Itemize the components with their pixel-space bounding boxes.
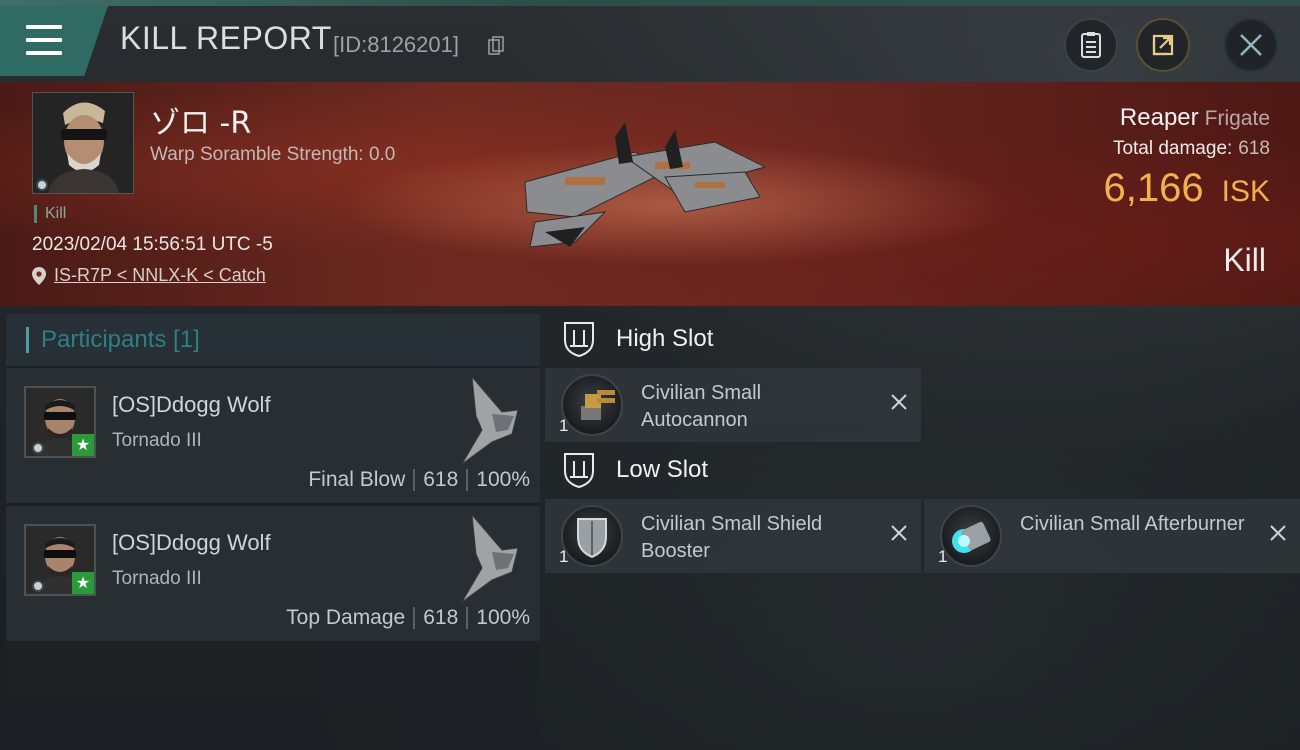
autocannon-icon	[561, 374, 623, 436]
victim-avatar[interactable]	[32, 92, 134, 194]
close-icon[interactable]	[1268, 523, 1288, 543]
shield-booster-icon	[561, 505, 623, 567]
ship-class: Frigate	[1204, 107, 1270, 130]
tornado-ship-icon	[461, 375, 519, 465]
hamburger-icon	[26, 25, 62, 55]
low-slot-header: Low Slot	[560, 451, 708, 489]
corp-icon	[32, 442, 44, 454]
module-quantity: 1	[559, 547, 569, 566]
high-slot-header: High Slot	[560, 320, 713, 358]
kill-datetime: 2023/02/04 15:56:51 UTC -5	[32, 234, 273, 255]
isk-value: 6,166	[1103, 166, 1204, 210]
participant-damage: 618	[423, 606, 459, 629]
high-slot-icon	[564, 322, 594, 358]
high-slot-label: High Slot	[616, 325, 714, 352]
victim-portrait-icon	[33, 93, 133, 193]
header-bar: KILL REPORT [ID:8126201]	[0, 6, 1300, 82]
low-slot-icon	[564, 453, 594, 489]
close-icon[interactable]	[889, 523, 909, 543]
ship-name[interactable]: Reaper	[1120, 104, 1199, 131]
total-damage-label: Total damage:	[1112, 138, 1233, 159]
total-damage-value: 618	[1238, 138, 1270, 159]
share-icon	[1152, 34, 1174, 56]
star-icon: ★	[72, 572, 94, 594]
participant-row[interactable]: ★ [OS]Ddogg Wolf Tornado III Top Damage …	[6, 506, 540, 642]
location-pin-icon	[32, 266, 46, 285]
participant-ship: Tornado III	[112, 568, 202, 589]
close-icon	[1240, 34, 1262, 56]
participants-panel: Participants [1] ★ [OS]Ddogg Wolf Tornad…	[6, 314, 540, 750]
module-name: Civilian Small Shield Booster	[641, 513, 823, 562]
afterburner-icon	[940, 505, 1002, 567]
participant-percent: 100%	[476, 606, 530, 629]
module-item[interactable]: 1 Civilian Small Shield Booster	[545, 499, 921, 573]
module-name: Civilian Small Autocannon	[641, 382, 762, 431]
star-icon: ★	[72, 434, 94, 456]
reaper-ship-icon	[524, 122, 767, 248]
low-slot-label: Low Slot	[616, 456, 709, 483]
module-quantity: 1	[938, 547, 948, 566]
copy-icon[interactable]	[488, 36, 504, 56]
clipboard-icon	[1081, 32, 1101, 58]
report-id: [ID:8126201]	[333, 32, 459, 57]
isk-unit: ISK	[1221, 175, 1270, 208]
participant-ship: Tornado III	[112, 430, 202, 451]
location-text: IS-R7P < NNLX-K < Catch	[54, 265, 266, 285]
menu-button[interactable]	[0, 6, 108, 76]
module-item[interactable]: 1 Civilian Small Afterburner	[924, 499, 1300, 573]
participant-role: Final Blow	[308, 468, 406, 491]
ship-info: Reaper Frigate Total damage: 618 6,166 ISK	[1104, 104, 1270, 211]
result-label: Kill	[1223, 242, 1266, 278]
participant-percent: 100%	[476, 468, 530, 491]
location-link[interactable]: IS-R7P < NNLX-K < Catch	[32, 265, 266, 286]
participants-header: Participants [1]	[6, 314, 540, 366]
close-button[interactable]	[1224, 18, 1278, 72]
participant-stats: Final Blow 618 100%	[308, 468, 530, 492]
participants-label: Participants [1]	[41, 326, 200, 353]
participant-row[interactable]: ★ [OS]Ddogg Wolf Tornado III Final Blow …	[6, 368, 540, 504]
page-title: KILL REPORT	[120, 20, 332, 56]
kill-tag: Kill	[34, 205, 66, 223]
close-icon[interactable]	[889, 392, 909, 412]
corp-icon	[36, 179, 48, 191]
victim-banner: ゾロ -R Warp Soramble Strength: 0.0 Kill 2…	[0, 82, 1300, 306]
warp-scramble-strength: Warp Soramble Strength: 0.0	[150, 144, 396, 165]
tornado-ship-icon	[461, 513, 519, 603]
victim-name[interactable]: ゾロ -R	[150, 98, 251, 142]
participant-name: [OS]Ddogg Wolf	[112, 530, 271, 555]
clipboard-button[interactable]	[1064, 18, 1118, 72]
participant-damage: 618	[423, 468, 459, 491]
module-name: Civilian Small Afterburner	[1020, 513, 1245, 535]
module-item[interactable]: 1 Civilian Small Autocannon	[545, 368, 921, 442]
participant-role: Top Damage	[286, 606, 406, 629]
share-button[interactable]	[1136, 18, 1190, 72]
module-quantity: 1	[559, 416, 569, 435]
corp-icon	[32, 580, 44, 592]
participant-stats: Top Damage 618 100%	[286, 606, 530, 630]
participant-name: [OS]Ddogg Wolf	[112, 392, 271, 417]
